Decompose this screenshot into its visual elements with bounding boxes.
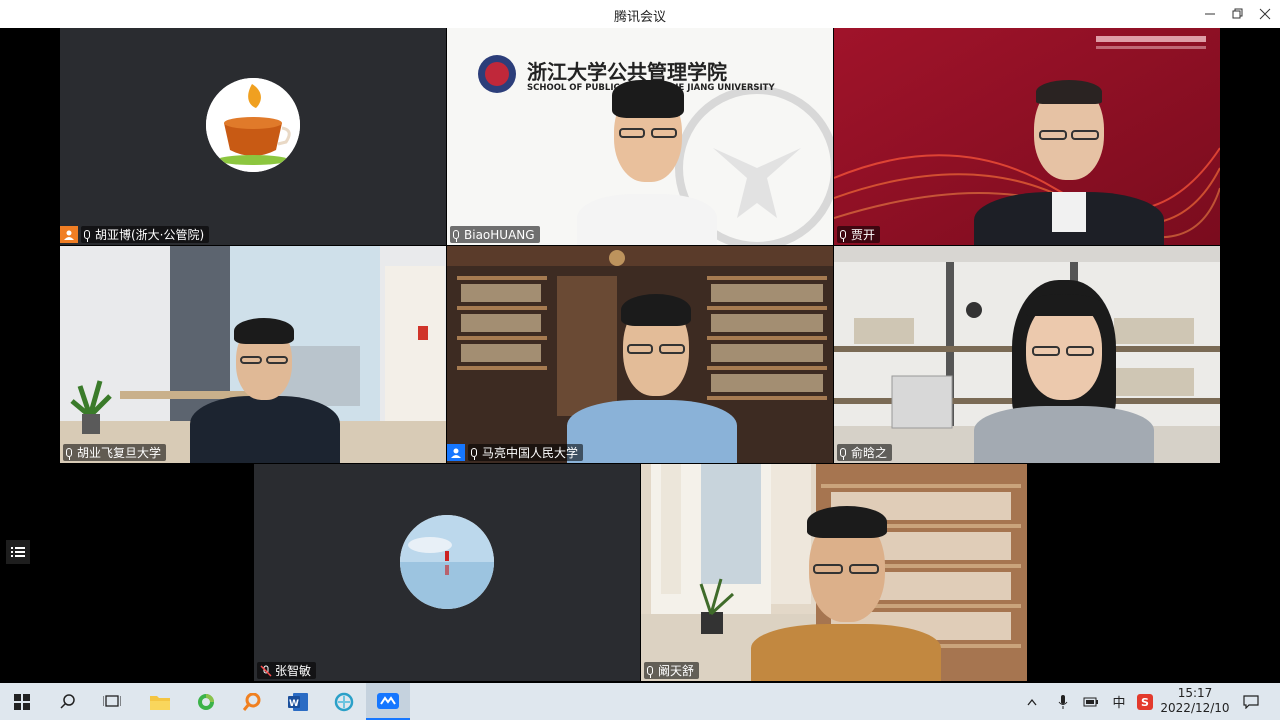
chevron-up-icon [1027, 698, 1037, 705]
participant-name: 马亮中国人民大学 [482, 446, 579, 460]
participant-name-tag: 胡业飞复旦大学 [63, 444, 167, 461]
minimize-icon [1205, 13, 1215, 15]
participant-video [567, 294, 737, 463]
participant-name-tag: BiaoHUANG [450, 226, 540, 243]
host-badge [447, 444, 465, 461]
sogou-icon: S [1137, 693, 1153, 710]
landscape-photo [400, 515, 494, 609]
tray-battery-button[interactable] [1080, 683, 1102, 720]
microphone-icon [840, 230, 846, 242]
tea-cup-icon [206, 78, 300, 172]
video-tile[interactable]: 胡亚博(浙大·公管院) [60, 28, 446, 245]
list-icon [11, 547, 25, 557]
video-tile[interactable]: 浙江大学公共管理学院 SCHOOL OF PUBLIC AFFAIRS ZHE … [447, 28, 833, 245]
input-method-indicator[interactable]: 中 [1108, 683, 1130, 720]
user-icon [451, 448, 461, 458]
close-icon [1259, 8, 1271, 20]
app-button[interactable] [322, 683, 366, 720]
app-icon [334, 692, 354, 711]
windows-icon [14, 693, 30, 710]
video-tile[interactable]: 阚天舒 [641, 464, 1027, 681]
participant-name: 胡亚博(浙大·公管院) [95, 228, 205, 242]
participant-name: 张智敏 [275, 664, 312, 678]
system-clock[interactable]: 15:17 2022/12/10 [1158, 686, 1232, 716]
taskbar: W 中 S 15:17 2022/12/10 [0, 683, 1280, 720]
participant-video [190, 316, 340, 463]
participant-name-tag: 马亮中国人民大学 [468, 444, 584, 461]
svg-text:W: W [289, 699, 299, 709]
word-icon: W [288, 692, 308, 711]
word-button[interactable]: W [276, 683, 320, 720]
title-bar: 腾讯会议 [0, 0, 1280, 28]
tray-overflow-button[interactable] [1020, 683, 1044, 720]
tencent-meeting-icon [377, 692, 399, 709]
participant-name: 俞晗之 [851, 446, 888, 460]
microphone-muted-icon [260, 664, 272, 677]
close-button[interactable] [1248, 0, 1280, 28]
participant-name-tag: 阚天舒 [644, 662, 700, 679]
participant-video [974, 80, 1164, 245]
clock-time: 15:17 [1177, 686, 1213, 700]
avatar [206, 78, 300, 172]
video-tile[interactable]: 胡业飞复旦大学 [60, 246, 446, 463]
search-icon [60, 693, 75, 709]
participant-name-tag: 贾开 [837, 226, 881, 243]
notification-icon [1243, 694, 1259, 709]
member-list-button[interactable] [6, 540, 30, 564]
microphone-icon [84, 230, 90, 242]
microphone-icon [66, 448, 72, 460]
svg-text:S: S [1141, 696, 1149, 709]
search-app-button[interactable] [230, 683, 274, 720]
participant-name: 贾开 [851, 228, 876, 242]
participant-name: BiaoHUANG [464, 227, 535, 242]
search-button[interactable] [46, 683, 90, 720]
task-view-icon [103, 694, 121, 707]
battery-icon [1083, 697, 1098, 706]
microphone-icon [471, 448, 477, 460]
participant-video [974, 280, 1154, 463]
magnifier-app-icon [243, 692, 261, 711]
microphone-icon [647, 666, 653, 678]
video-tile[interactable]: 贾开 [834, 28, 1220, 245]
microphone-icon [453, 230, 459, 242]
browser-button[interactable] [184, 683, 228, 720]
restore-icon [1232, 8, 1243, 19]
microphone-icon [1058, 694, 1068, 709]
host-badge [60, 226, 78, 243]
participant-video [567, 76, 727, 245]
file-explorer-button[interactable] [138, 683, 182, 720]
start-button[interactable] [0, 683, 44, 720]
video-grid: 胡亚博(浙大·公管院) 浙江大学公共管理学院 SCHOOL OF PUBLIC … [0, 28, 1280, 683]
tencent-meeting-button[interactable] [366, 683, 410, 720]
user-icon [64, 230, 74, 240]
participant-name-tag: 俞晗之 [837, 444, 893, 461]
video-tile[interactable]: 马亮中国人民大学 [447, 246, 833, 463]
video-tile[interactable]: 俞晗之 [834, 246, 1220, 463]
participant-name: 阚天舒 [658, 664, 695, 678]
participant-name-tag: 张智敏 [257, 662, 317, 679]
tray-microphone-button[interactable] [1052, 683, 1074, 720]
notifications-button[interactable] [1236, 683, 1266, 720]
avatar [400, 515, 494, 609]
microphone-icon [840, 448, 846, 460]
participant-name: 胡业飞复旦大学 [77, 446, 162, 460]
folder-icon [150, 695, 170, 710]
task-view-button[interactable] [90, 683, 134, 720]
video-tile[interactable]: 张智敏 [254, 464, 640, 681]
participant-name-tag: 胡亚博(浙大·公管院) [81, 226, 210, 243]
sogou-ime-button[interactable]: S [1134, 683, 1156, 720]
participant-video [751, 504, 941, 681]
browser-icon [198, 693, 214, 710]
window-title: 腾讯会议 [613, 10, 666, 25]
clock-date: 2022/12/10 [1160, 701, 1230, 715]
